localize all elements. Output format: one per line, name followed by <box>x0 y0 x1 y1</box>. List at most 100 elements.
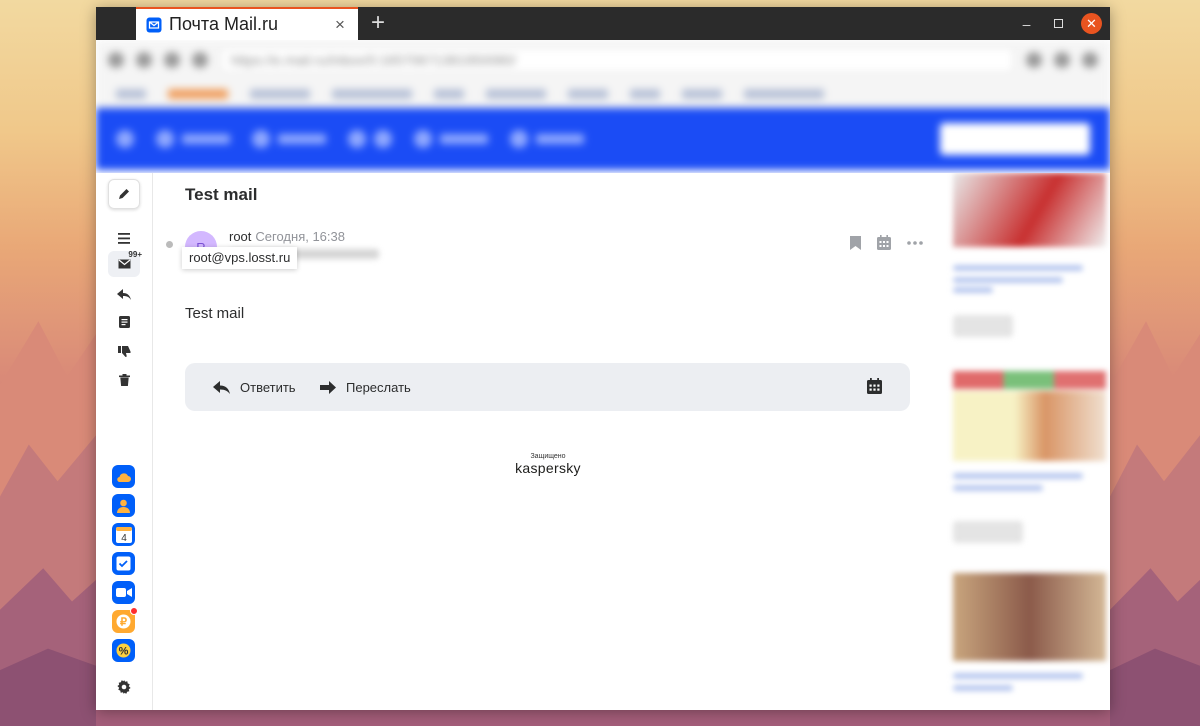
bookmark[interactable] <box>744 88 824 99</box>
desktop-wallpaper-right <box>1110 0 1200 726</box>
sender-email-tooltip: root@vps.losst.ru <box>182 247 298 269</box>
discount-icon: % <box>116 643 131 658</box>
games-app-button[interactable]: ₽ <box>112 607 138 633</box>
message-subject: Test mail <box>185 185 258 204</box>
calendar-icon[interactable] <box>877 235 891 250</box>
kaspersky-protection-badge: Защищено kaspersky <box>513 453 583 476</box>
maximize-button[interactable] <box>1048 13 1069 34</box>
mail-search-input[interactable] <box>940 123 1090 155</box>
trash-button[interactable] <box>108 367 140 393</box>
nav-item[interactable] <box>510 130 584 148</box>
nav-item[interactable] <box>414 130 488 148</box>
pencil-icon <box>119 189 129 199</box>
browser-tab[interactable]: Почта Mail.ru × <box>136 7 358 40</box>
minimize-button[interactable]: – <box>1016 13 1037 34</box>
message-actions <box>850 235 923 250</box>
back-icon[interactable] <box>108 52 124 68</box>
reply-icon <box>213 380 230 394</box>
left-sidebar: 99+ 4 ₽ % <box>96 173 153 710</box>
forward-icon <box>320 380 336 394</box>
calendar-day-label: 4 <box>121 533 127 543</box>
calendar-app-button[interactable]: 4 <box>112 523 135 546</box>
spam-icon <box>117 346 130 357</box>
url-text: https://e.mail.ru/inbox/0:16570671381950… <box>231 52 516 68</box>
bookmark[interactable] <box>434 88 464 99</box>
reply-bar: Ответить Переслать <box>185 363 910 411</box>
mail-top-nav <box>96 108 1110 170</box>
bookmark[interactable] <box>630 88 660 99</box>
bookmark[interactable] <box>250 88 310 99</box>
bookmark[interactable] <box>486 88 546 99</box>
reply-label: Ответить <box>240 379 296 395</box>
menu-button[interactable] <box>108 225 140 251</box>
extension-icon[interactable] <box>1054 52 1070 68</box>
notification-dot <box>130 607 138 615</box>
ad-button[interactable] <box>953 315 1013 337</box>
ad-strip <box>953 371 1106 389</box>
bookmark[interactable] <box>568 88 608 99</box>
bookmark[interactable] <box>116 88 146 99</box>
bookmark[interactable] <box>168 88 228 99</box>
contacts-icon <box>117 499 130 513</box>
ad-banner[interactable] <box>953 173 1106 247</box>
cloud-icon <box>117 473 131 482</box>
games-icon: ₽ <box>116 614 131 629</box>
ad-banner[interactable] <box>953 391 1106 461</box>
tab-close-icon[interactable]: × <box>332 16 348 33</box>
extension-icon[interactable] <box>1026 52 1042 68</box>
svg-text:₽: ₽ <box>120 617 127 629</box>
kaspersky-logo: kaspersky <box>515 460 581 476</box>
cloud-app-button[interactable] <box>112 465 135 488</box>
inbox-icon <box>118 259 130 269</box>
spam-button[interactable] <box>108 338 140 364</box>
ad-banner[interactable] <box>953 573 1106 661</box>
trash-icon <box>118 374 130 386</box>
inbox-button[interactable]: 99+ <box>108 250 142 277</box>
video-call-app-button[interactable] <box>112 581 135 604</box>
home-icon[interactable] <box>192 52 208 68</box>
reply-button[interactable]: Ответить <box>213 363 296 411</box>
video-call-icon <box>115 588 132 597</box>
protection-caption: Защищено <box>530 453 566 460</box>
browser-window: Почта Mail.ru × + – ✕ https://e.mail.ru/… <box>96 7 1110 710</box>
address-bar[interactable]: https://e.mail.ru/inbox/0:16570671381950… <box>220 47 1014 73</box>
new-tab-button[interactable]: + <box>366 11 390 35</box>
calendar-app-icon: 4 <box>115 527 132 543</box>
nav-item[interactable] <box>252 130 326 148</box>
forward-label: Переслать <box>346 379 411 395</box>
menu-icon[interactable] <box>1082 52 1098 68</box>
forward-icon[interactable] <box>136 52 152 68</box>
nav-item[interactable] <box>116 130 134 148</box>
svg-text:%: % <box>119 646 129 658</box>
settings-button[interactable] <box>108 674 140 700</box>
bookmark-icon[interactable] <box>850 235 861 250</box>
ad-button[interactable] <box>953 521 1023 543</box>
reply-button[interactable] <box>108 281 140 307</box>
gear-icon <box>117 680 131 694</box>
maximize-icon <box>1054 19 1063 28</box>
ads-column <box>945 173 1110 710</box>
calendar-icon <box>867 378 882 394</box>
message-reading-pane: Test mail R rootСегодня, 16:38 root@vps.… <box>153 173 945 710</box>
sender-name[interactable]: root <box>229 229 251 244</box>
forward-button[interactable]: Переслать <box>320 363 411 411</box>
nav-item[interactable] <box>348 130 392 148</box>
tasks-app-button[interactable] <box>112 552 135 575</box>
reply-icon <box>117 288 131 300</box>
contacts-app-button[interactable] <box>112 494 135 517</box>
read-status-dot[interactable] <box>166 241 173 248</box>
menu-icon <box>118 232 130 244</box>
discount-app-button[interactable]: % <box>112 639 135 662</box>
note-button[interactable] <box>108 309 140 335</box>
schedule-button[interactable] <box>867 378 882 399</box>
message-body: Test mail <box>185 305 245 322</box>
bookmark[interactable] <box>332 88 412 99</box>
sender-row: root Сегодня, 16:38 <box>229 229 345 244</box>
bookmark[interactable] <box>682 88 722 99</box>
more-icon[interactable] <box>907 240 923 245</box>
compose-button[interactable] <box>108 179 140 209</box>
close-window-button[interactable]: ✕ <box>1081 13 1102 34</box>
nav-item[interactable] <box>156 130 230 148</box>
reload-icon[interactable] <box>164 52 180 68</box>
desktop-wallpaper-left <box>0 0 96 726</box>
